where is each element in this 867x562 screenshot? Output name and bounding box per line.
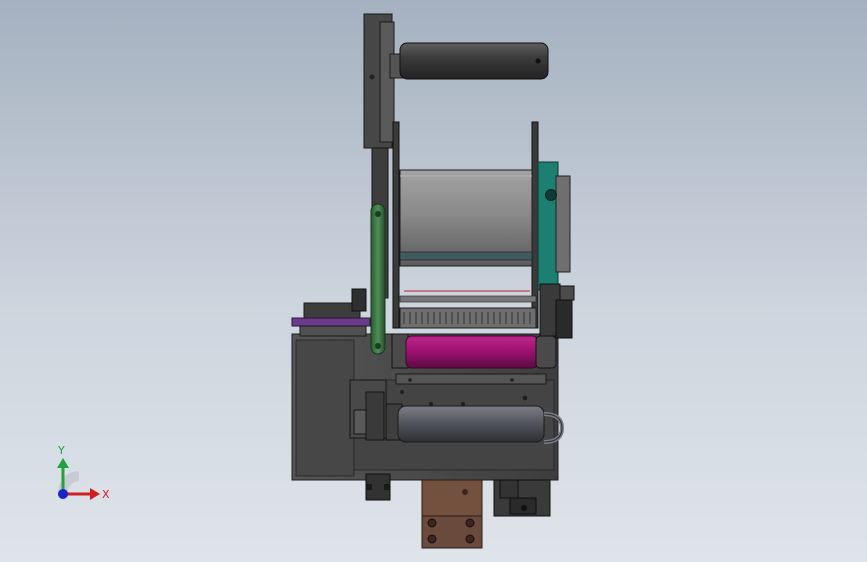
machine-model[interactable] xyxy=(0,0,867,562)
nip-roller[interactable] xyxy=(391,333,557,369)
ribbed-strip[interactable] xyxy=(399,307,537,329)
x-axis-label: X xyxy=(102,488,110,501)
bottom-rail-left[interactable] xyxy=(365,473,391,501)
label-drum[interactable] xyxy=(399,169,533,267)
right-bracket[interactable] xyxy=(539,283,575,339)
x-axis xyxy=(63,488,100,500)
axis-arc xyxy=(58,471,80,493)
side-frame-left[interactable] xyxy=(392,121,400,329)
cad-viewport[interactable]: Y X xyxy=(0,0,867,562)
y-axis-label: Y xyxy=(57,444,65,457)
z-axis-origin xyxy=(58,489,68,499)
green-guide-rod[interactable] xyxy=(370,203,386,355)
guide-line xyxy=(399,290,537,303)
upper-roller[interactable] xyxy=(389,42,549,80)
drum-hub[interactable] xyxy=(537,161,571,291)
axis-triad: Y X xyxy=(57,444,110,501)
pressure-cylinder[interactable] xyxy=(385,403,565,444)
mounting-block[interactable] xyxy=(421,479,483,549)
left-top-block[interactable] xyxy=(291,288,371,337)
bottom-rail-right[interactable] xyxy=(493,479,551,517)
left-clamp[interactable] xyxy=(349,379,387,441)
